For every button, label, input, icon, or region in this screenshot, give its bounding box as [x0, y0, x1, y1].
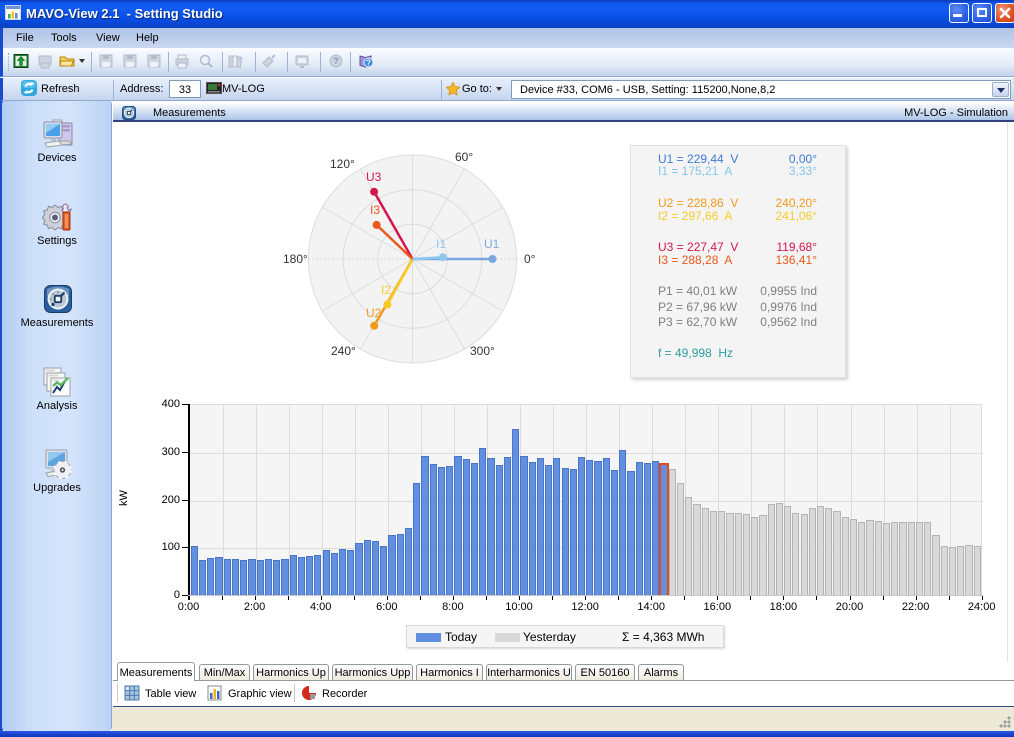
svg-text:?: ? [366, 59, 371, 68]
svg-text:?: ? [333, 56, 339, 66]
